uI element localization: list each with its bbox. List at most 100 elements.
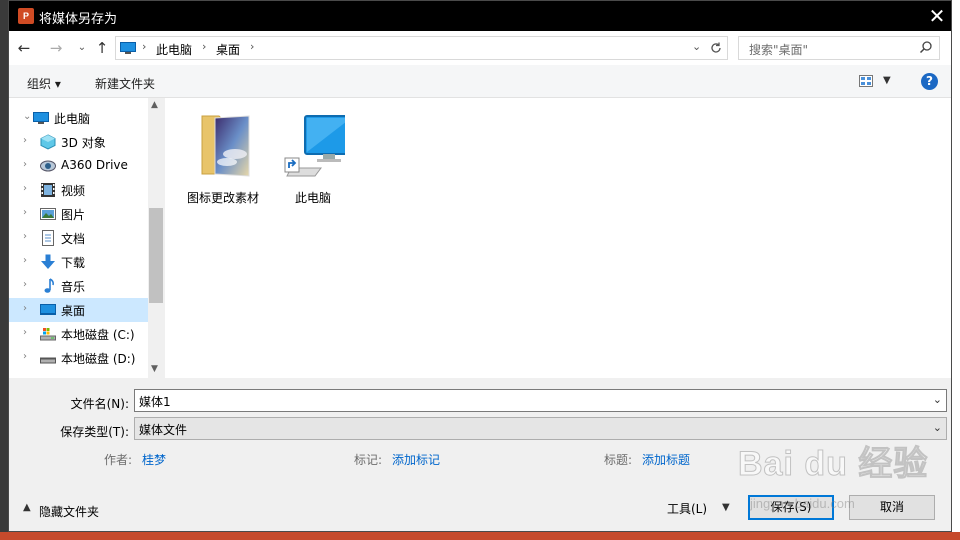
filename-value: 媒体1 <box>139 395 171 409</box>
save-media-dialog: P 将媒体另存为 ✕ ← → ⌄ ↑ › 此电脑 › 桌面 › ⌄ 搜索"桌面" <box>8 0 952 532</box>
music-icon <box>44 278 54 293</box>
organize-menu[interactable]: 组织 ▾ <box>27 75 61 92</box>
recent-locations-button[interactable]: ⌄ <box>73 39 91 57</box>
tree-item-videos[interactable]: › 视频 <box>9 178 148 202</box>
tree-item-desktop[interactable]: › 桌面 <box>9 298 148 322</box>
tree-label: 音乐 <box>61 280 86 294</box>
author-field[interactable]: 桂梦 <box>142 451 166 468</box>
address-bar[interactable]: › 此电脑 › 桌面 › <box>115 36 728 60</box>
tree-item-drive-c[interactable]: › 本地磁盘 (C:) <box>9 322 148 346</box>
pc-icon <box>120 42 136 54</box>
documents-icon <box>42 230 54 246</box>
chevron-down-icon[interactable]: ⌄ <box>933 393 942 406</box>
chevron-up-icon: ▲ <box>23 502 31 513</box>
up-button[interactable]: ↑ <box>93 39 111 57</box>
cancel-button[interactable]: 取消 <box>849 495 935 520</box>
tree-item-documents[interactable]: › 文档 <box>9 226 148 250</box>
breadcrumb-this-pc[interactable]: 此电脑 <box>156 41 192 58</box>
search-input[interactable]: 搜索"桌面" <box>738 36 940 60</box>
expand-caret[interactable]: › <box>23 279 27 290</box>
search-placeholder: 搜索"桌面" <box>749 43 809 57</box>
expand-caret[interactable]: › <box>23 327 27 338</box>
chevron-down-icon[interactable]: ⌄ <box>933 421 942 434</box>
expand-caret[interactable]: › <box>23 303 27 314</box>
navigation-pane: ⌄ 此电脑 › 3D 对象 › A360 Drive › 视频 › 图片 › 文… <box>9 98 164 378</box>
tree-item-pictures[interactable]: › 图片 <box>9 202 148 226</box>
filetype-label: 保存类型(T): <box>60 425 129 439</box>
background-slide-strip <box>0 532 960 540</box>
view-options-dropdown[interactable]: ▼ <box>883 75 891 86</box>
tree-label: 3D 对象 <box>61 136 106 150</box>
file-item-this-pc-shortcut[interactable]: 此电脑 <box>273 110 353 220</box>
new-folder-button[interactable]: 新建文件夹 <box>95 75 155 92</box>
breadcrumb-separator[interactable]: › <box>250 40 254 53</box>
subject-field[interactable]: 添加标题 <box>642 451 690 468</box>
3d-objects-icon <box>40 134 56 150</box>
author-label: 作者: <box>104 453 133 467</box>
file-item-image-folder[interactable]: 图标更改素材 <box>183 110 263 220</box>
tree-label: 视频 <box>61 184 86 198</box>
tags-field[interactable]: 添加标记 <box>392 451 440 468</box>
filename-label: 文件名(N): <box>70 397 129 411</box>
tree-item-this-pc[interactable]: ⌄ 此电脑 <box>9 106 148 130</box>
scroll-down-arrow[interactable]: ▼ <box>151 364 158 374</box>
breadcrumb-separator[interactable]: › <box>202 40 206 53</box>
scroll-up-arrow[interactable]: ▲ <box>151 100 158 110</box>
view-options-icon[interactable] <box>859 75 873 87</box>
expand-caret[interactable]: › <box>23 159 27 170</box>
background-window-strip <box>952 0 960 540</box>
tree-label: 图片 <box>61 208 86 222</box>
collapse-caret[interactable]: ⌄ <box>23 111 31 122</box>
expand-caret[interactable]: › <box>23 351 27 362</box>
image-folder-icon <box>201 115 250 177</box>
desktop-icon <box>40 304 56 315</box>
expand-caret[interactable]: › <box>23 207 27 218</box>
tree-item-a360-drive[interactable]: › A360 Drive <box>9 154 148 178</box>
breadcrumb-separator[interactable]: › <box>142 40 146 53</box>
help-icon[interactable]: ? <box>921 73 938 90</box>
tree-item-drive-d[interactable]: › 本地磁盘 (D:) <box>9 346 148 370</box>
close-button[interactable]: ✕ <box>921 1 951 31</box>
address-history-dropdown[interactable]: ⌄ <box>692 40 701 53</box>
refresh-icon[interactable] <box>709 41 723 55</box>
tree-item-music[interactable]: › 音乐 <box>9 274 148 298</box>
file-label: 此电脑 <box>294 191 331 205</box>
a360-drive-icon <box>40 160 56 172</box>
pictures-icon <box>40 208 56 220</box>
tools-menu[interactable]: 工具(L) <box>667 500 707 517</box>
save-button[interactable]: 保存(S) <box>748 495 834 520</box>
tree-label: 本地磁盘 (C:) <box>61 328 135 342</box>
pc-shortcut-icon <box>284 115 345 177</box>
file-label: 图标更改素材 <box>186 191 259 205</box>
scrollbar-thumb[interactable] <box>149 208 163 303</box>
expand-caret[interactable]: › <box>23 231 27 242</box>
downloads-icon <box>41 254 55 269</box>
expand-caret[interactable]: › <box>23 135 27 146</box>
tree-item-3d-objects[interactable]: › 3D 对象 <box>9 130 148 154</box>
filename-input[interactable]: 媒体1 ⌄ <box>134 389 947 412</box>
save-options-panel: 文件名(N): 媒体1 ⌄ 保存类型(T): 媒体文件 ⌄ 作者: 桂梦 标记:… <box>9 378 951 531</box>
tree-label: 桌面 <box>61 304 86 318</box>
drive-d-icon <box>40 357 56 364</box>
breadcrumb-desktop[interactable]: 桌面 <box>216 41 240 58</box>
tree-label: 此电脑 <box>54 112 91 126</box>
filetype-select[interactable]: 媒体文件 ⌄ <box>134 417 947 440</box>
back-button[interactable]: ← <box>15 39 33 57</box>
dialog-title: 将媒体另存为 <box>39 12 118 27</box>
tree-item-downloads[interactable]: › 下载 <box>9 250 148 274</box>
tree-label: 本地磁盘 (D:) <box>61 352 136 366</box>
expand-caret[interactable]: › <box>23 255 27 266</box>
expand-caret[interactable]: › <box>23 183 27 194</box>
forward-button[interactable]: → <box>47 39 65 57</box>
command-toolbar: 组织 ▾ 新建文件夹 ▼ ? <box>9 65 951 98</box>
video-icon <box>41 183 55 197</box>
navigation-bar: ← → ⌄ ↑ › 此电脑 › 桌面 › ⌄ 搜索"桌面" <box>9 31 951 65</box>
tree-label: 下载 <box>61 256 86 270</box>
hide-folders-toggle[interactable]: ▲ 隐藏文件夹 <box>9 500 129 520</box>
title-bar: P 将媒体另存为 ✕ <box>9 1 951 31</box>
drive-c-icon <box>40 328 56 341</box>
nav-pane-scrollbar[interactable]: ▲ ▼ <box>148 98 164 378</box>
tools-dropdown-caret[interactable]: ▼ <box>722 502 730 513</box>
filetype-value: 媒体文件 <box>139 423 188 437</box>
search-icon <box>919 41 932 54</box>
